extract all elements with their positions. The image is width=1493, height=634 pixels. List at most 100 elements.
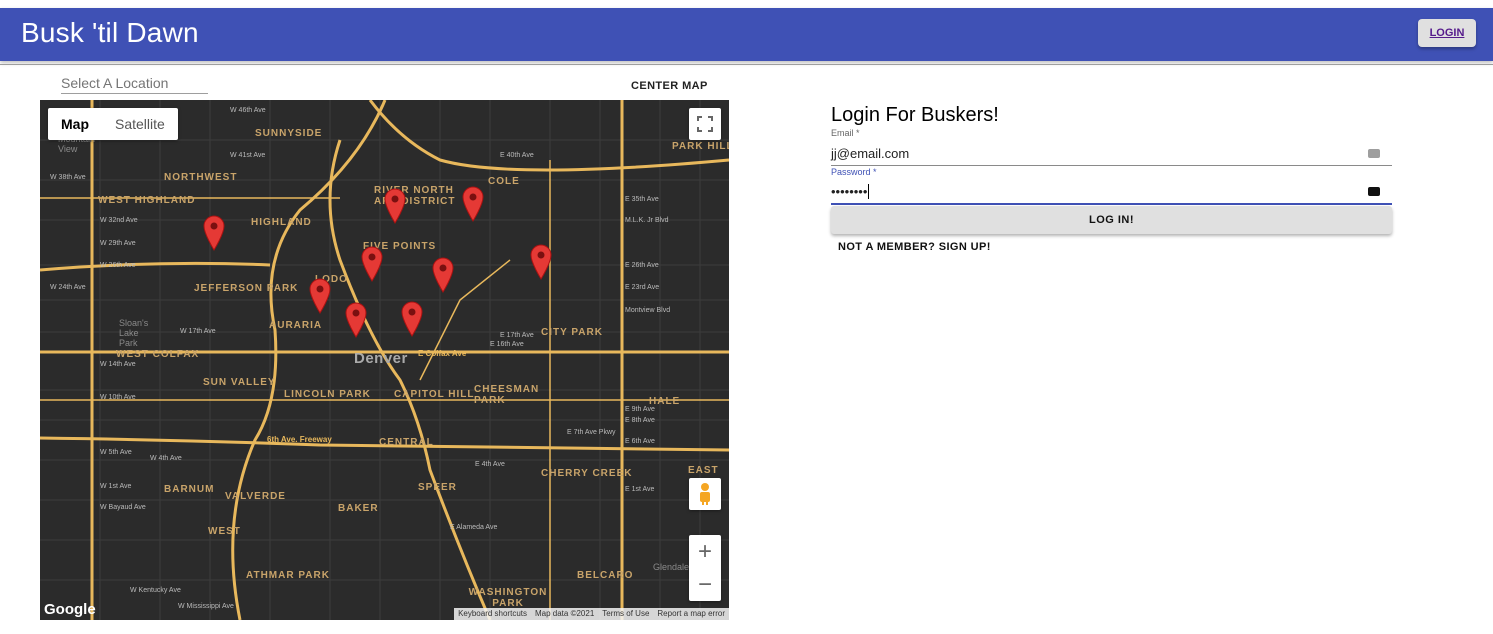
zoom-out-button[interactable]: − xyxy=(689,568,721,601)
map-label-west-highland: WEST HIGHLAND xyxy=(98,195,196,206)
map-label-cole: COLE xyxy=(488,176,520,187)
text-cursor xyxy=(868,184,870,199)
busker-marker[interactable] xyxy=(530,244,552,280)
map-label-sunnyside: SUNNYSIDE xyxy=(255,128,323,139)
fullscreen-button[interactable] xyxy=(689,108,721,140)
map-label-belcaro: BELCARO xyxy=(577,570,634,581)
street-label: E 8th Ave xyxy=(625,417,655,424)
map-pin-icon xyxy=(530,244,552,280)
street-label: E 26th Ave xyxy=(625,262,659,269)
map-label-city-park: CITY PARK xyxy=(541,327,603,338)
email-value: jj@email.com xyxy=(831,146,910,161)
zoom-in-button[interactable]: + xyxy=(689,535,721,568)
login-button[interactable]: LOGIN xyxy=(1418,19,1476,47)
busker-marker[interactable] xyxy=(203,215,225,251)
street-label: W 14th Ave xyxy=(100,361,136,368)
map-attribution: Keyboard shortcuts Map data ©2021 Terms … xyxy=(454,608,729,620)
place-label: Glendale xyxy=(653,562,690,572)
map-pin-icon xyxy=(309,278,331,314)
map-label-baker: BAKER xyxy=(338,503,379,514)
map-label-athmar-park: ATHMAR PARK xyxy=(246,570,330,581)
email-field[interactable]: jj@email.com xyxy=(831,143,1392,166)
street-label: E 1st Ave xyxy=(625,486,655,493)
password-field[interactable]: •••••••• xyxy=(831,181,1392,205)
map-label-northwest: NORTHWEST xyxy=(164,172,238,183)
map-label-valverde: VALVERDE xyxy=(225,491,286,502)
busker-marker[interactable] xyxy=(309,278,331,314)
busker-marker[interactable] xyxy=(432,257,454,293)
street-label: W 4th Ave xyxy=(150,455,182,462)
password-label: Password * xyxy=(831,167,877,177)
map-label-park-hill: PARK HILL xyxy=(672,141,729,152)
map-pin-icon xyxy=(203,215,225,251)
street-label: M.L.K. Jr Blvd xyxy=(625,217,669,224)
street-label: W Kentucky Ave xyxy=(130,587,181,594)
terms-link[interactable]: Terms of Use xyxy=(598,608,653,620)
street-label: E 16th Ave xyxy=(490,341,524,348)
street-label: W 38th Ave xyxy=(50,174,86,181)
street-label: E 40th Ave xyxy=(500,152,534,159)
pegman-icon xyxy=(700,483,710,505)
keyboard-shortcuts-link[interactable]: Keyboard shortcuts xyxy=(454,608,531,620)
busker-marker[interactable] xyxy=(345,302,367,338)
email-label: Email * xyxy=(831,128,860,138)
street-label: W 10th Ave xyxy=(100,394,136,401)
busker-marker[interactable] xyxy=(401,301,423,337)
map-pin-icon xyxy=(361,246,383,282)
busker-marker[interactable] xyxy=(462,186,484,222)
map-label-lincoln-park: LINCOLN PARK xyxy=(284,389,371,400)
report-error-link[interactable]: Report a map error xyxy=(653,608,729,620)
street-label: W 46th Ave xyxy=(230,107,266,114)
divider xyxy=(0,64,1493,65)
street-label: W 32nd Ave xyxy=(100,217,138,224)
street-label: W 26th Ave xyxy=(100,262,136,269)
map-data-label: Map data ©2021 xyxy=(535,609,595,618)
autofill-key-icon[interactable] xyxy=(1368,149,1380,158)
map-label-cherry-creek: CHERRY CREEK xyxy=(541,468,633,479)
app-bar: Busk 'til Dawn LOGIN xyxy=(0,8,1493,61)
street-label: W 1st Ave xyxy=(100,483,132,490)
street-label: W 29th Ave xyxy=(100,240,136,247)
autofill-key-icon[interactable] xyxy=(1368,187,1380,196)
center-map-button[interactable]: CENTER MAP xyxy=(631,80,708,92)
street-label: W Bayaud Ave xyxy=(100,504,146,511)
busker-marker[interactable] xyxy=(361,246,383,282)
password-value: •••••••• xyxy=(831,184,868,199)
street-label: W 17th Ave xyxy=(180,328,216,335)
login-submit-button[interactable]: LOG IN! xyxy=(831,206,1392,234)
street-label: E 4th Ave xyxy=(475,461,505,468)
map-label-speer: SPEER xyxy=(418,482,457,493)
map-label-auraria: AURARIA xyxy=(269,320,323,331)
map-type-satellite-button[interactable]: Satellite xyxy=(102,108,178,140)
map-label-washington-park: WASHINGTON PARK xyxy=(468,587,548,609)
map-label-east: EAST xyxy=(688,465,719,476)
street-label: E 35th Ave xyxy=(625,196,659,203)
map-label-central: CENTRAL xyxy=(379,437,434,448)
map[interactable]: SUNNYSIDE NORTHWEST WEST HIGHLAND HIGHLA… xyxy=(40,100,729,620)
map-label-cheesman-park: CHEESMAN PARK xyxy=(474,384,540,406)
street-label: W Mississippi Ave xyxy=(178,603,234,610)
busker-marker[interactable] xyxy=(384,188,406,224)
street-label: E 17th Ave xyxy=(500,332,534,339)
map-label-barnum: BARNUM xyxy=(164,484,215,495)
fullscreen-icon xyxy=(697,116,713,132)
map-pin-icon xyxy=(384,188,406,224)
pegman-button[interactable] xyxy=(689,478,721,510)
street-label: E 23rd Ave xyxy=(625,284,660,291)
place-label: Sloan's Lake Park xyxy=(119,318,149,348)
map-pin-icon xyxy=(345,302,367,338)
app-title: Busk 'til Dawn xyxy=(21,17,199,48)
street-label: W 5th Ave xyxy=(100,449,132,456)
map-pin-icon xyxy=(462,186,484,222)
google-logo: Google xyxy=(44,601,96,618)
map-label-denver: Denver xyxy=(354,350,408,367)
street-label: Montview Blvd xyxy=(625,307,671,314)
location-select[interactable]: Select A Location xyxy=(61,75,208,94)
map-label-jefferson-park: JEFFERSON PARK xyxy=(194,283,299,294)
street-label: 6th Ave. Freeway xyxy=(267,435,332,444)
signup-button[interactable]: NOT A MEMBER? SIGN UP! xyxy=(838,241,991,253)
login-title: Login For Buskers! xyxy=(831,104,999,126)
map-type-map-button[interactable]: Map xyxy=(48,108,102,140)
street-label: E Alameda Ave xyxy=(450,524,498,531)
street-label: E 9th Ave xyxy=(625,406,655,413)
